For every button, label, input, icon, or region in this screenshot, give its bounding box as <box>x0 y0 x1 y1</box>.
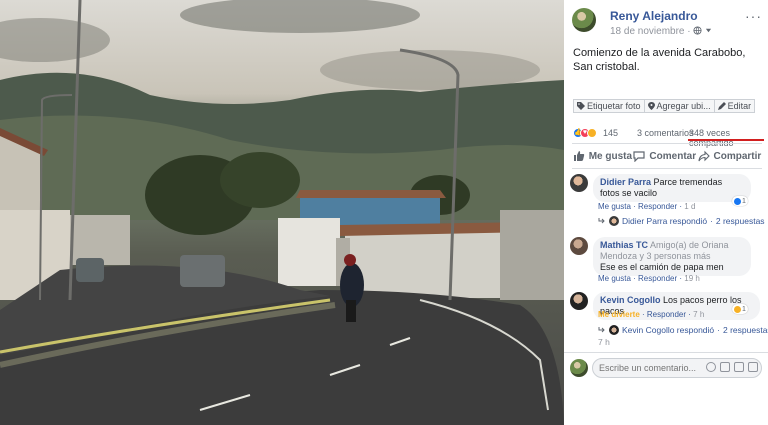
post-date[interactable]: 18 de noviembre <box>610 26 685 37</box>
comment-replies[interactable]: Didier Parra respondió · 2 respuestas <box>598 216 765 226</box>
commenter-name[interactable]: Didier Parra <box>600 177 651 187</box>
reply-arrow-icon <box>598 327 605 333</box>
post-caption: Comienzo de la avenida Carabobo, San cri… <box>573 47 746 73</box>
shares-highlight-underline <box>688 139 764 141</box>
post-side-panel: Reny Alejandro 18 de noviembre · ··· Com… <box>564 0 768 425</box>
reply-count: 2 respuestas <box>715 216 765 226</box>
haha-reaction-icon <box>587 128 597 138</box>
add-location-button[interactable]: Agregar ubi... <box>644 99 715 113</box>
composer-avatar <box>570 359 588 377</box>
tag-photo-label: Etiquetar foto <box>587 101 641 111</box>
add-location-label: Agregar ubi... <box>656 101 711 111</box>
comment-time[interactable]: 1 d <box>684 202 695 211</box>
reply-count: 2 respuestas <box>723 325 768 335</box>
tag-photo-button[interactable]: Etiquetar foto <box>573 99 645 113</box>
pencil-icon <box>717 102 726 110</box>
share-button[interactable]: Compartir <box>697 150 762 162</box>
comment-button[interactable]: Comentar <box>633 150 696 162</box>
comment-item: Kevin Cogollo Los pacos perro los pacos … <box>570 292 768 350</box>
comments-count[interactable]: 3 comentarios <box>637 128 694 138</box>
street-scene-image <box>0 0 564 425</box>
gif-icon[interactable] <box>734 362 744 372</box>
like-button[interactable]: Me gusta <box>573 150 632 162</box>
comment-actions: Me divierte · Responder · 7 h <box>598 310 705 319</box>
post-actions: Me gusta Comentar Compartir <box>572 143 762 169</box>
post-meta: 18 de noviembre · <box>610 26 712 37</box>
tag-icon <box>577 102 585 110</box>
post-header: Reny Alejandro 18 de noviembre · ··· <box>572 8 762 38</box>
haha-reaction-icon <box>734 305 741 313</box>
comment-like-link[interactable]: Me gusta <box>598 202 631 211</box>
reactions-summary: 👍 ♥ 145 3 comentarios 348 veces comparti… <box>573 128 764 148</box>
edit-label: Editar <box>727 101 752 111</box>
commenter-avatar[interactable] <box>570 174 588 192</box>
more-options-icon[interactable]: ··· <box>745 8 762 24</box>
comment-time[interactable]: 7 h <box>693 310 704 319</box>
commenter-name[interactable]: Mathias TC <box>600 240 648 250</box>
reply-author: Didier Parra respondió <box>622 216 708 226</box>
comment-item: Mathias TC Amigo(a) de Oriana Mendoza y … <box>570 237 760 287</box>
thumbs-up-icon <box>573 151 584 161</box>
reply-arrow-icon <box>598 218 605 224</box>
comment-reaction-badge[interactable]: 1 <box>732 196 748 206</box>
author-avatar[interactable] <box>572 8 596 32</box>
share-label: Compartir <box>713 150 762 162</box>
reply-time-row: 7 h <box>598 337 610 347</box>
comment-reply-link[interactable]: Responder <box>647 310 686 319</box>
comment-reacted-link[interactable]: Me divierte <box>598 310 640 319</box>
share-arrow-icon <box>697 150 710 162</box>
globe-icon[interactable] <box>693 26 702 35</box>
camera-icon[interactable] <box>720 362 730 372</box>
reply-avatar <box>609 325 619 335</box>
comment-bubble-icon <box>633 151 646 162</box>
comment-reaction-count: 1 <box>742 197 746 205</box>
location-pin-icon <box>647 102 655 110</box>
composer-tools <box>706 362 758 372</box>
like-label: Me gusta <box>588 150 633 162</box>
privacy-dropdown-icon[interactable] <box>705 27 712 34</box>
comment-replies[interactable]: Kevin Cogollo respondió · 2 respuestas <box>598 325 768 335</box>
comment-composer <box>564 352 768 382</box>
commenter-name[interactable]: Kevin Cogollo <box>600 295 661 305</box>
comment-actions: Me gusta · Responder · 1 d <box>598 202 696 211</box>
comment-reaction-badge[interactable]: 1 <box>732 304 748 314</box>
comment-bubble: Mathias TC Amigo(a) de Oriana Mendoza y … <box>593 237 751 276</box>
edit-button[interactable]: Editar <box>714 99 756 113</box>
meta-separator: · <box>687 26 691 37</box>
comment-reaction-count: 1 <box>742 305 746 313</box>
photo-tools: Etiquetar foto Agregar ubi... Editar <box>573 99 756 113</box>
comment-bubble: Didier Parra Parce tremendas fotos se va… <box>593 174 751 202</box>
comment-like-link[interactable]: Me gusta <box>598 274 631 283</box>
emoji-icon[interactable] <box>706 362 716 372</box>
author-name[interactable]: Reny Alejandro <box>610 9 698 23</box>
commenter-avatar[interactable] <box>570 237 588 255</box>
sticker-icon[interactable] <box>748 362 758 372</box>
reply-time[interactable]: 7 h <box>598 337 610 347</box>
comment-reply-link[interactable]: Responder <box>638 274 677 283</box>
reply-author: Kevin Cogollo respondió <box>622 325 715 335</box>
comment-reply-link[interactable]: Responder <box>638 202 677 211</box>
reaction-icons[interactable]: 👍 ♥ <box>573 128 597 138</box>
reply-avatar <box>609 216 619 226</box>
comment-time[interactable]: 19 h <box>684 274 700 283</box>
commenter-avatar[interactable] <box>570 292 588 310</box>
comment-actions: Me gusta · Responder · 19 h <box>598 274 700 283</box>
comment-item: Didier Parra Parce tremendas fotos se va… <box>570 174 765 230</box>
like-reaction-icon <box>734 197 741 205</box>
comment-label: Comentar <box>649 150 697 162</box>
comment-text: Ese es el camión de papa men <box>600 262 724 272</box>
reaction-count[interactable]: 145 <box>603 128 618 138</box>
post-photo[interactable] <box>0 0 564 425</box>
